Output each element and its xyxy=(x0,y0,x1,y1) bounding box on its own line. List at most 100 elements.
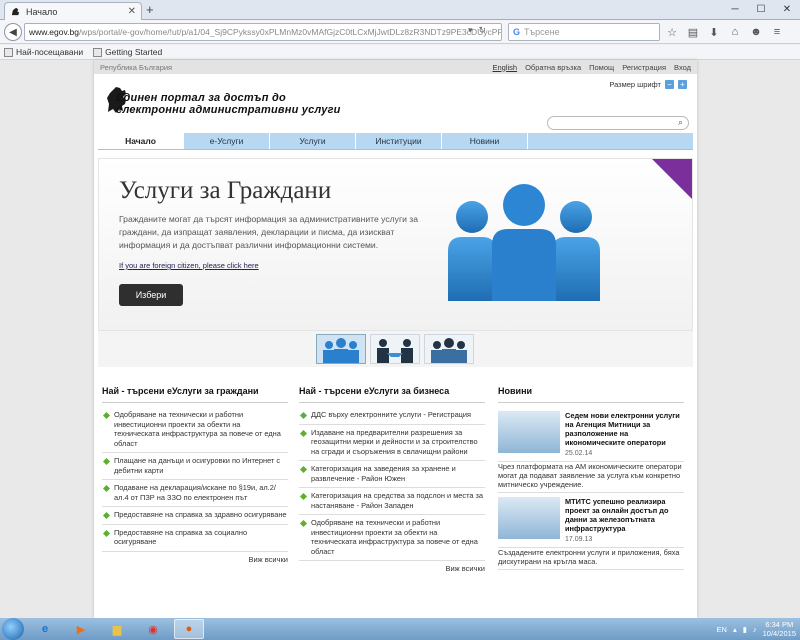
people-group-icon xyxy=(448,184,600,301)
page-icon xyxy=(93,47,103,57)
officials-icon xyxy=(431,338,467,363)
list-item-text: Предоставяне на справка за здравно осигу… xyxy=(114,510,287,519)
carousel-citizens-thumb[interactable] xyxy=(316,334,366,364)
link-feedback[interactable]: Обратна връзка xyxy=(525,63,581,72)
ie-taskbar-icon[interactable]: e xyxy=(30,619,60,639)
news-column: Новини Седем нови електронни услуги на А… xyxy=(498,386,684,570)
news-item[interactable]: Седем нови електронни услуги на Агенция … xyxy=(498,407,684,462)
carousel-business-thumb[interactable] xyxy=(370,334,420,364)
news-thumbnail[interactable] xyxy=(498,411,560,453)
bookmark-star-icon[interactable]: ☆ xyxy=(664,24,680,40)
egov-site: Република България English Обратна връзк… xyxy=(94,60,697,618)
link-register[interactable]: Регистрация xyxy=(622,63,666,72)
language-indicator[interactable]: EN xyxy=(717,625,727,634)
clock[interactable]: 6:34 PM 10/4/2015 xyxy=(763,620,796,638)
menu-home[interactable]: Начало xyxy=(98,133,184,149)
choose-button[interactable]: Избери xyxy=(119,284,183,306)
network-icon[interactable]: ▮ xyxy=(743,625,747,634)
list-item[interactable]: Подаване на декларация/искане по §19и, а… xyxy=(102,480,288,507)
bookmark-label: Getting Started xyxy=(105,47,163,57)
reading-list-icon[interactable]: ▤ xyxy=(685,24,701,40)
new-tab-button[interactable]: + xyxy=(146,3,154,17)
minimize-icon[interactable]: ─ xyxy=(722,0,748,18)
news-date: 25.02.14 xyxy=(565,450,593,457)
list-item-text: Подаване на декларация/искане по §19и, а… xyxy=(114,483,276,502)
menu-news[interactable]: Новини xyxy=(442,133,528,149)
foreign-citizen-link[interactable]: If you are foreign citizen, please click… xyxy=(119,261,259,270)
close-tab-icon[interactable]: ✕ xyxy=(128,6,136,17)
explorer-taskbar-icon[interactable]: ▆ xyxy=(102,619,132,639)
clock-date: 10/4/2015 xyxy=(762,629,796,638)
back-button[interactable]: ◀ xyxy=(4,23,22,41)
google-search-icon: G xyxy=(513,27,521,37)
ribbon-corner xyxy=(652,159,692,199)
menu-institutions[interactable]: Институции xyxy=(356,133,442,149)
close-window-icon[interactable]: ✕ xyxy=(774,0,800,18)
see-all-business-link[interactable]: Виж всички xyxy=(299,564,485,573)
list-item[interactable]: Плащане на данъци и осигуровки по Интерн… xyxy=(102,453,288,480)
dropdown-icon[interactable]: ▾ xyxy=(468,25,473,36)
bullet-icon xyxy=(102,457,111,466)
bullet-icon xyxy=(102,484,111,493)
url-path: /wps/portal/e-gov/home/!ut/p/a1/04_Sj9CP… xyxy=(78,27,502,37)
media-player-taskbar-icon[interactable]: ▶ xyxy=(66,619,96,639)
bookmark-getting-started[interactable]: Getting Started xyxy=(93,47,162,57)
chrome-taskbar-icon[interactable]: ◉ xyxy=(138,619,168,639)
maximize-icon[interactable]: ☐ xyxy=(748,0,774,18)
list-item-text: Категоризация на заведения за хранене и … xyxy=(311,464,456,483)
list-item[interactable]: Предоставяне на справка за социално осиг… xyxy=(102,525,288,552)
news-thumbnail[interactable] xyxy=(498,497,560,539)
download-icon[interactable]: ⬇ xyxy=(706,24,722,40)
menu-icon[interactable]: ≡ xyxy=(769,24,785,40)
list-item-text: Одобряване на технически и работни инвес… xyxy=(311,518,478,556)
menu-eservices[interactable]: е-Услуги xyxy=(184,133,270,149)
see-all-citizens-link[interactable]: Виж всички xyxy=(102,555,288,564)
address-bar[interactable]: www.egov.bg/wps/portal/e-gov/home/!ut/p/… xyxy=(24,23,502,41)
link-login[interactable]: Вход xyxy=(674,63,691,72)
news-title[interactable]: Седем нови електронни услуги на Агенция … xyxy=(565,411,684,447)
font-increase-button[interactable]: + xyxy=(678,80,687,89)
carousel-institutions-thumb[interactable] xyxy=(424,334,474,364)
chat-icon[interactable]: ☻ xyxy=(748,24,764,40)
news-summary: Чрез платформата на АМ икономическите оп… xyxy=(498,462,684,493)
link-help[interactable]: Помощ xyxy=(589,63,614,72)
list-item[interactable]: Одобряване на технически и работни инвес… xyxy=(299,515,485,561)
search-bar[interactable]: G Търсене xyxy=(508,23,660,41)
link-english[interactable]: English xyxy=(492,63,517,72)
menu-services[interactable]: Услуги xyxy=(270,133,356,149)
site-search-input[interactable]: ⌕ xyxy=(547,116,689,130)
bookmark-most-visited[interactable]: Най-посещавани xyxy=(4,47,83,57)
hero-heading: Услуги за Граждани xyxy=(119,177,332,204)
home-icon[interactable]: ⌂ xyxy=(727,24,743,40)
browser-tab[interactable]: Начало ✕ xyxy=(4,2,142,20)
citizens-heading: Най - търсени еУслуги за граждани xyxy=(102,386,259,396)
search-icon[interactable]: ⌕ xyxy=(678,117,683,128)
reload-icon[interactable]: ↻ xyxy=(479,25,487,36)
news-item[interactable]: МТИТС успешно реализира проект за онлайн… xyxy=(498,493,684,548)
divider xyxy=(102,402,288,403)
divider xyxy=(498,402,684,403)
top-links: English Обратна връзка Помощ Регистрация… xyxy=(492,63,691,72)
clock-time: 6:34 PM xyxy=(765,620,794,629)
site-header: Единен портал за достъп до електронни ад… xyxy=(94,74,697,132)
business-column: Най - търсени еУслуги за бизнеса ДДС вър… xyxy=(299,386,485,573)
tray-arrow-icon[interactable]: ▴ xyxy=(733,625,737,634)
list-item[interactable]: Издаване на предварителни разрешения за … xyxy=(299,425,485,461)
list-item[interactable]: ДДС върху електронните услуги - Регистра… xyxy=(299,407,485,425)
list-item[interactable]: Предоставяне на справка за здравно осигу… xyxy=(102,507,288,525)
volume-icon[interactable]: ♪ xyxy=(753,625,757,634)
list-item[interactable]: Категоризация на средства за подслон и м… xyxy=(299,488,485,515)
site-title-line1: Единен портал за достъп до xyxy=(116,92,286,104)
firefox-taskbar-icon[interactable]: ● xyxy=(174,619,204,639)
list-item[interactable]: Одобряване на технически и работни инвес… xyxy=(102,407,288,453)
url-host: www.egov.bg xyxy=(29,27,79,37)
list-item[interactable]: Категоризация на заведения за хранене и … xyxy=(299,461,485,488)
news-title[interactable]: МТИТС успешно реализира проект за онлайн… xyxy=(565,497,684,533)
start-button[interactable] xyxy=(2,618,24,640)
navigation-bar: ◀ www.egov.bg/wps/portal/e-gov/home/!ut/… xyxy=(0,20,800,44)
hero-carousel xyxy=(98,331,693,367)
search-placeholder: Търсене xyxy=(524,27,560,37)
font-decrease-button[interactable]: − xyxy=(665,80,674,89)
divider xyxy=(299,402,485,403)
site-title-line2: електронни административни услуги xyxy=(116,104,341,116)
